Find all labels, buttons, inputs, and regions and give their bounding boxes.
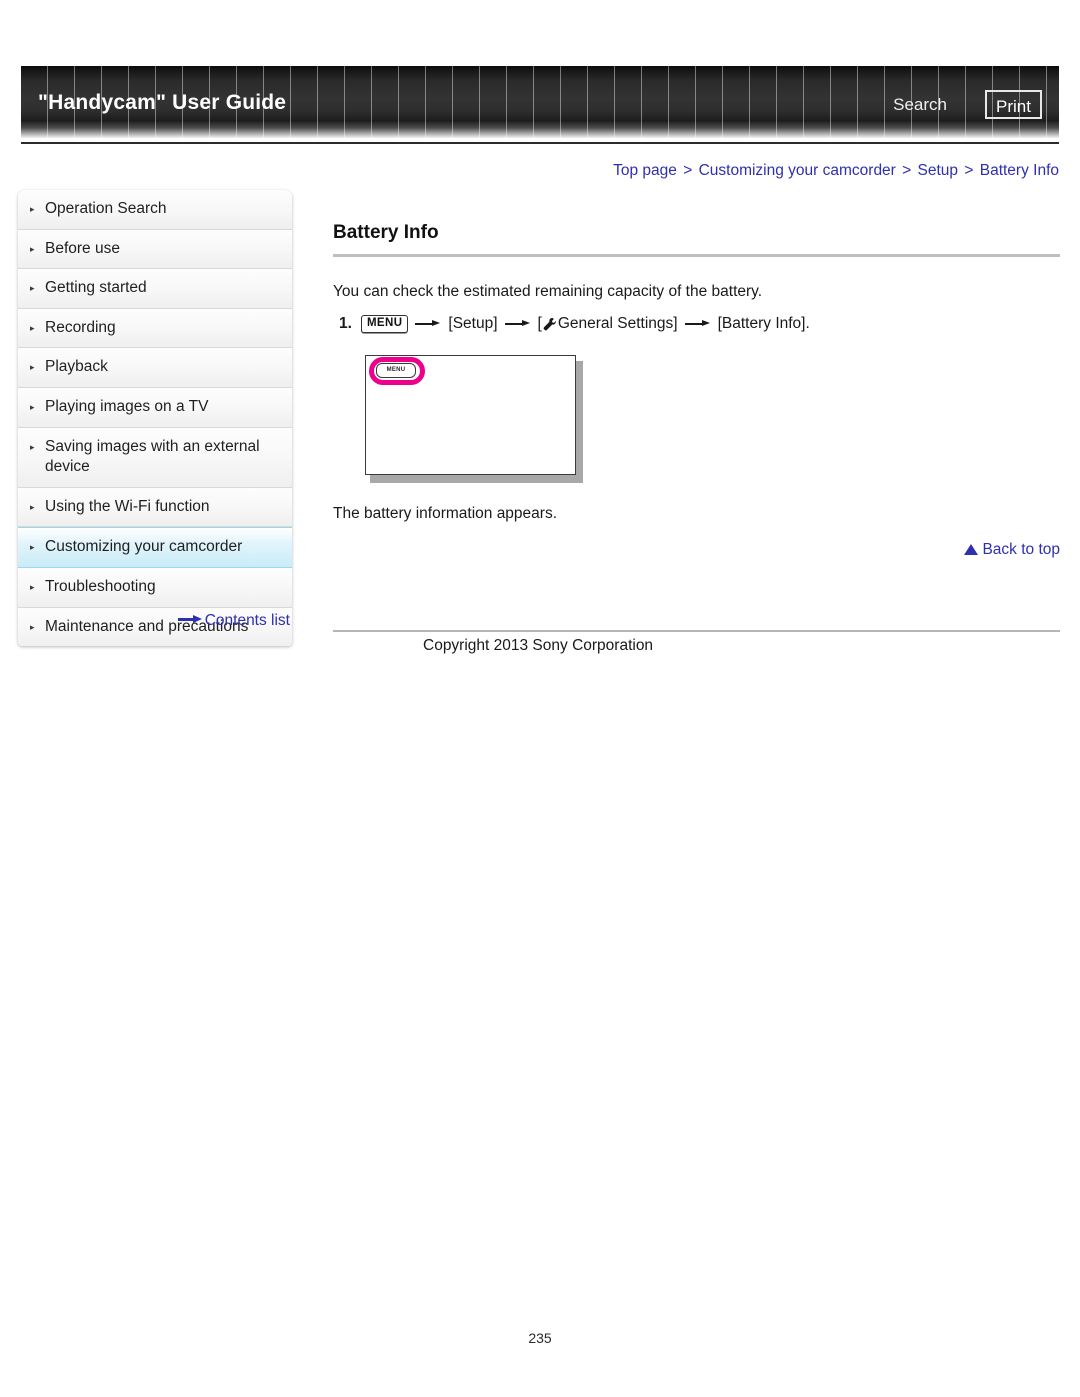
menu-button-icon: MENU bbox=[360, 315, 409, 333]
chevron-right-icon: ▸ bbox=[30, 243, 35, 254]
title-divider bbox=[333, 254, 1060, 257]
chevron-right-icon: ▸ bbox=[30, 283, 35, 294]
contents-list-link[interactable]: Contents list bbox=[18, 612, 292, 630]
intro-paragraph: You can check the estimated remaining ca… bbox=[333, 283, 763, 300]
sidebar-item-label: Recording bbox=[45, 318, 116, 336]
arrow-right-icon bbox=[415, 319, 441, 329]
header-banner: "Handycam" User Guide Search Print bbox=[21, 66, 1059, 138]
sidebar-item-playing-images-on-a-tv[interactable]: ▸ Playing images on a TV bbox=[18, 388, 292, 428]
sidebar-item-label: Before use bbox=[45, 239, 120, 257]
breadcrumb-item-battery-info[interactable]: Battery Info bbox=[980, 162, 1059, 179]
sidebar-item-operation-search[interactable]: ▸ Operation Search bbox=[18, 190, 292, 230]
search-button[interactable]: Search bbox=[893, 95, 947, 115]
wrench-icon bbox=[542, 317, 557, 332]
sidebar-item-using-the-wi-fi-function[interactable]: ▸ Using the Wi-Fi function bbox=[18, 487, 292, 528]
contents-list-label: Contents list bbox=[204, 612, 290, 629]
chevron-right-icon: ▸ bbox=[30, 501, 35, 512]
screen-menu-button-icon: MENU bbox=[376, 363, 416, 378]
page-header-title: "Handycam" User Guide bbox=[38, 91, 287, 114]
sidebar-item-before-use[interactable]: ▸ Before use bbox=[18, 229, 292, 270]
step-item-1: 1. MENU [Setup] [ General Settings] [Bat… bbox=[339, 315, 1060, 333]
chevron-right-icon: ▸ bbox=[30, 542, 35, 553]
step-setup-label: [Setup] bbox=[448, 315, 498, 332]
copyright-text: Copyright 2013 Sony Corporation bbox=[423, 637, 654, 654]
breadcrumb: Top page > Customizing your camcorder > … bbox=[0, 162, 1059, 180]
footer-divider bbox=[333, 630, 1060, 632]
sidebar-item-saving-images-with-an-external-device[interactable]: ▸ Saving images with an external device bbox=[18, 427, 292, 488]
chevron-right-icon: ▸ bbox=[30, 362, 35, 373]
page-title: Battery Info bbox=[333, 222, 439, 243]
sidebar-item-getting-started[interactable]: ▸ Getting started bbox=[18, 269, 292, 309]
back-to-top-label: Back to top bbox=[982, 541, 1060, 558]
sidebar-item-troubleshooting[interactable]: ▸ Troubleshooting bbox=[18, 568, 292, 608]
arrow-right-icon bbox=[684, 319, 711, 329]
sidebar-item-label: Saving images with an external device bbox=[45, 437, 260, 476]
print-button[interactable]: Print bbox=[985, 90, 1042, 119]
breadcrumb-separator: > bbox=[902, 162, 912, 179]
chevron-right-icon: ▸ bbox=[30, 322, 35, 333]
step-battery-info-label: [Battery Info]. bbox=[717, 315, 810, 332]
breadcrumb-item-setup[interactable]: Setup bbox=[918, 162, 959, 179]
camcorder-screen-figure: MENU bbox=[365, 355, 583, 483]
sidebar-item-label: Playing images on a TV bbox=[45, 398, 209, 416]
breadcrumb-separator: > bbox=[683, 162, 693, 179]
step-general-settings-label: General Settings] bbox=[557, 315, 678, 332]
arrow-right-icon bbox=[504, 319, 531, 329]
page-number: 235 bbox=[528, 1330, 552, 1346]
header-divider bbox=[21, 142, 1059, 144]
main-content: Battery Info You can check the estimated… bbox=[333, 222, 1060, 559]
chevron-right-icon: ▸ bbox=[30, 204, 35, 214]
sidebar-item-label: Customizing your camcorder bbox=[45, 538, 243, 556]
back-to-top-link[interactable]: Back to top bbox=[333, 541, 1060, 559]
result-paragraph: The battery information appears. bbox=[333, 505, 558, 522]
sidebar-nav: ▸ Operation Search ▸ Before use ▸ Gettin… bbox=[18, 190, 292, 647]
triangle-up-icon bbox=[964, 544, 979, 555]
sidebar-item-playback[interactable]: ▸ Playback bbox=[18, 348, 292, 389]
sidebar-item-label: Using the Wi-Fi function bbox=[45, 497, 210, 515]
chevron-right-icon: ▸ bbox=[30, 402, 35, 413]
sidebar-item-label: Playback bbox=[45, 358, 108, 376]
chevron-right-icon: ▸ bbox=[30, 441, 35, 452]
breadcrumb-separator: > bbox=[964, 162, 974, 179]
arrow-right-icon bbox=[177, 615, 202, 624]
step-number: 1. bbox=[339, 315, 352, 332]
chevron-right-icon: ▸ bbox=[30, 582, 35, 593]
sidebar-item-label: Getting started bbox=[45, 279, 147, 297]
sidebar-item-customizing-your-camcorder[interactable]: ▸ Customizing your camcorder bbox=[18, 527, 292, 569]
breadcrumb-item-top-page[interactable]: Top page bbox=[613, 162, 677, 179]
sidebar-item-label: Operation Search bbox=[45, 200, 167, 217]
sidebar-item-label: Troubleshooting bbox=[45, 578, 156, 596]
sidebar-item-recording[interactable]: ▸ Recording bbox=[18, 308, 292, 349]
breadcrumb-item-customizing-your-camcorder[interactable]: Customizing your camcorder bbox=[699, 162, 896, 179]
